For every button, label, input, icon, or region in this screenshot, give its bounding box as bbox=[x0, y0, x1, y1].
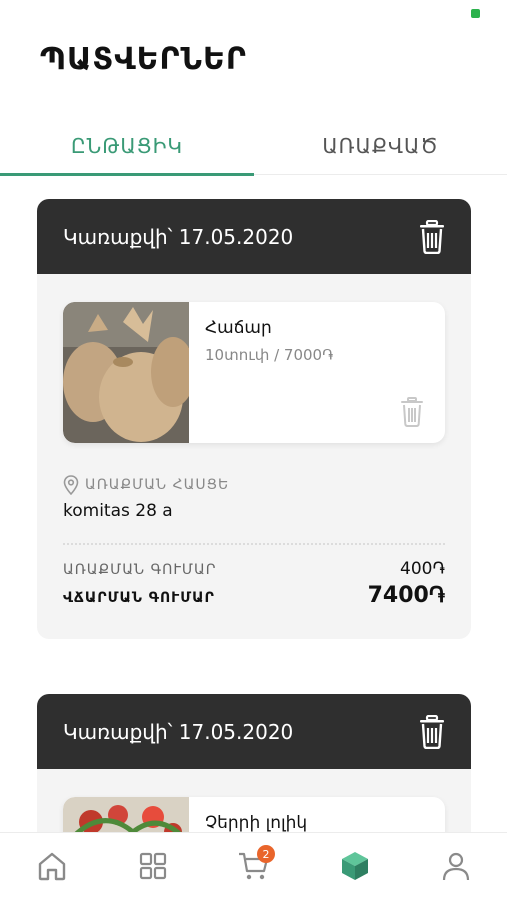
tab-current[interactable]: ԸՆԹԱՑԻԿ bbox=[0, 118, 254, 176]
grid-icon[interactable] bbox=[136, 849, 170, 883]
address-label: ԱՌԱՔՄԱՆ ՀԱՍՑԵ bbox=[85, 477, 230, 493]
product-name: Հաճար bbox=[205, 318, 272, 338]
page-title: ՊԱՏՎԵՐՆԵՐ bbox=[40, 42, 247, 77]
order-delivery-date: Կառաքվի՝ 17.05.2020 bbox=[63, 224, 294, 249]
delivery-address: komitas 28 a bbox=[63, 501, 173, 521]
order-delivery-date: Կառաքվի՝ 17.05.2020 bbox=[63, 719, 294, 744]
bottom-nav: 2 bbox=[0, 832, 507, 900]
order-item[interactable]: Հաճար 10տուփ / 7000֏ bbox=[63, 302, 445, 443]
cart-badge: 2 bbox=[257, 845, 275, 863]
cart-button[interactable]: 2 bbox=[237, 845, 275, 883]
order-card-header: Կառաքվի՝ 17.05.2020 bbox=[37, 694, 471, 769]
total-value: 7400֏ bbox=[367, 583, 445, 608]
trash-icon[interactable] bbox=[399, 397, 425, 427]
location-pin-icon bbox=[63, 475, 79, 495]
total-label: ՎՃԱՐՄԱՆ ԳՈՒՄԱՐ bbox=[63, 590, 215, 606]
total-row: ՎՃԱՐՄԱՆ ԳՈՒՄԱՐ 7400֏ bbox=[63, 583, 445, 608]
address-label-row: ԱՌԱՔՄԱՆ ՀԱՍՑԵ bbox=[63, 475, 445, 495]
delivery-fee-value: 400֏ bbox=[400, 559, 445, 579]
order-card: Կառաքվի՝ 17.05.2020 Հաճար 10տուփ / 7000֏… bbox=[37, 199, 471, 639]
product-name: Չերրի լոլիկ bbox=[205, 813, 308, 833]
trash-icon[interactable] bbox=[417, 219, 447, 254]
order-card-body: Հաճար 10տուփ / 7000֏ ԱՌԱՔՄԱՆ ՀԱՍՑԵ komit… bbox=[37, 274, 471, 608]
tab-delivered[interactable]: ԱՌԱՔՎԱԾ bbox=[254, 118, 507, 174]
divider bbox=[63, 543, 445, 545]
order-card-header: Կառաքվի՝ 17.05.2020 bbox=[37, 199, 471, 274]
status-indicator bbox=[471, 9, 480, 18]
product-quantity-price: 10տուփ / 7000֏ bbox=[205, 346, 334, 364]
box-icon[interactable] bbox=[338, 849, 372, 883]
tabs-bar: ԸՆԹԱՑԻԿ ԱՌԱՔՎԱԾ bbox=[0, 118, 507, 176]
delivery-fee-label: ԱՌԱՔՄԱՆ ԳՈՒՄԱՐ bbox=[63, 562, 217, 578]
trash-icon[interactable] bbox=[417, 714, 447, 749]
delivery-fee-row: ԱՌԱՔՄԱՆ ԳՈՒՄԱՐ 400֏ bbox=[63, 559, 445, 579]
profile-icon[interactable] bbox=[439, 849, 473, 883]
home-icon[interactable] bbox=[35, 849, 69, 883]
product-image bbox=[63, 302, 189, 443]
